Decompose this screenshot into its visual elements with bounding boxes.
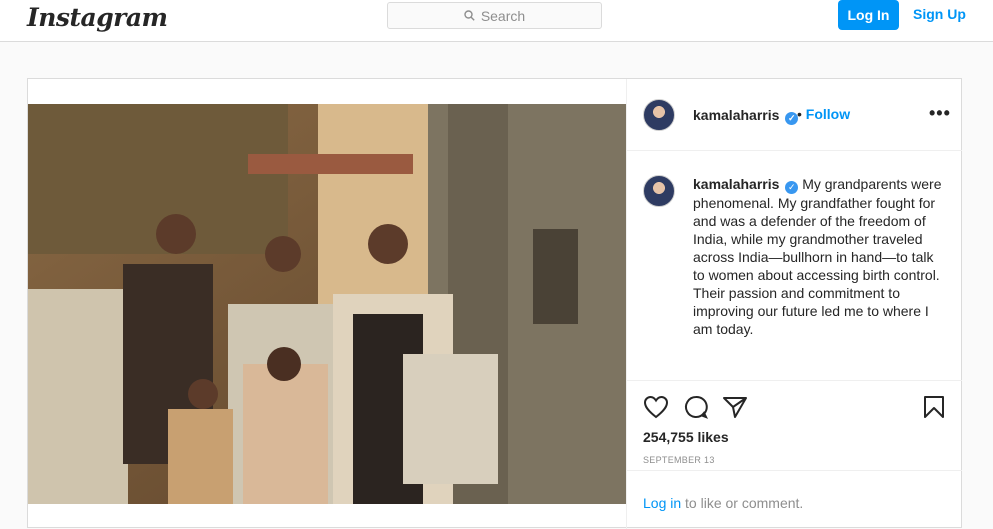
login-suffix: to like or comment.	[681, 495, 804, 511]
avatar[interactable]	[643, 175, 675, 207]
caption-username[interactable]: kamalaharris	[693, 176, 779, 192]
avatar[interactable]	[643, 99, 675, 131]
caption-text: kamalaharris ✓ My grandparents were phen…	[693, 175, 943, 338]
username-link[interactable]: kamalaharris ✓	[693, 107, 799, 125]
verified-badge-icon: ✓	[785, 181, 799, 194]
top-navigation-bar: Instagram Search Log In Sign Up	[0, 0, 993, 42]
follow-label: Follow	[805, 106, 851, 122]
post-container: kamalaharris ✓ • Follow ••• kamalaharris…	[27, 78, 962, 529]
family-photo-image	[28, 104, 626, 504]
instagram-logo[interactable]: Instagram	[27, 3, 168, 32]
share-icon[interactable]	[722, 395, 748, 419]
likes-count[interactable]: 254,755 likes	[643, 429, 729, 445]
login-link[interactable]: Log in	[643, 495, 681, 511]
bookmark-icon[interactable]	[923, 395, 945, 419]
search-icon	[464, 10, 475, 21]
signup-link[interactable]: Sign Up	[913, 6, 966, 22]
caption-section: kamalaharris ✓ My grandparents were phen…	[627, 151, 962, 381]
more-options-button[interactable]: •••	[929, 103, 951, 124]
post-sidebar: kamalaharris ✓ • Follow ••• kamalaharris…	[626, 79, 962, 529]
search-input[interactable]: Search	[387, 2, 602, 29]
caption-body: My grandparents were phenomenal. My gran…	[693, 176, 942, 337]
post-header: kamalaharris ✓ • Follow •••	[627, 79, 962, 151]
login-button[interactable]: Log In	[838, 0, 899, 30]
post-date[interactable]: SEPTEMBER 13	[643, 455, 715, 465]
search-placeholder: Search	[480, 7, 526, 24]
comment-icon[interactable]	[683, 395, 709, 419]
separator-dot: •	[797, 106, 802, 122]
username-text: kamalaharris	[693, 107, 780, 123]
login-prompt: Log in to like or comment.	[643, 495, 803, 511]
post-photo[interactable]	[28, 104, 626, 504]
follow-button[interactable]: • Follow	[797, 106, 850, 122]
heart-icon[interactable]	[643, 395, 669, 419]
post-actions: 254,755 likes SEPTEMBER 13	[627, 381, 962, 471]
